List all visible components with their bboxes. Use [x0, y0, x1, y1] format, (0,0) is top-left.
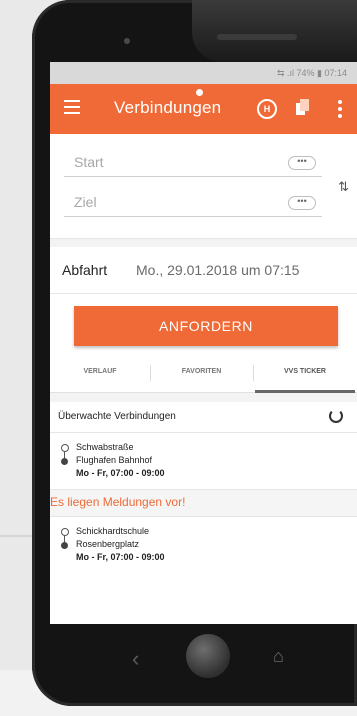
anfordern-button[interactable]: ANFORDERN — [74, 306, 338, 346]
phone-top-highlight — [192, 0, 357, 62]
swap-icon[interactable]: ⇅ — [338, 179, 349, 195]
more-vert-icon[interactable] — [338, 100, 342, 121]
phone-screen: ⇆ .ıl 74% ▮ 07:14 Verbindungen H ••• ⇅ •… — [50, 62, 357, 624]
connection-from: Schickhardtschule — [76, 526, 150, 536]
list-item[interactable]: Schickhardtschule Rosenbergplatz Mo - Fr… — [50, 517, 357, 573]
connection-time: Mo - Fr, 07:00 - 09:00 — [76, 552, 165, 562]
route-line-icon — [64, 535, 65, 542]
home-icon[interactable]: ⌂ — [273, 646, 284, 667]
refresh-icon[interactable] — [329, 409, 343, 423]
copy-icon[interactable] — [296, 99, 309, 115]
notification-dot — [196, 89, 203, 96]
ziel-input[interactable] — [64, 190, 274, 214]
action-area: ANFORDERN — [50, 294, 357, 354]
route-form: ••• ⇅ ••• — [50, 134, 357, 239]
tab-verlauf[interactable]: VERLAUF — [50, 368, 150, 375]
message-text: Es liegen Meldungen vor! — [50, 495, 186, 509]
route-line-icon — [64, 451, 65, 458]
monitored-header: Überwachte Verbindungen — [50, 402, 357, 433]
tab-bar: VERLAUF FAVORITEN VVS TICKER — [50, 354, 357, 393]
list-item[interactable]: Schwabstraße Flughafen Bahnhof Mo - Fr, … — [50, 433, 357, 489]
origin-icon — [61, 528, 69, 536]
section-gap — [50, 239, 357, 247]
menu-icon[interactable] — [64, 100, 80, 114]
app-bar: Verbindungen H — [50, 84, 357, 134]
connection-to: Rosenbergplatz — [76, 539, 140, 549]
monitored-title: Überwachte Verbindungen — [58, 411, 176, 422]
start-input[interactable] — [64, 150, 274, 174]
ziel-field: ••• — [64, 190, 322, 217]
tab-vvs-ticker[interactable]: VVS TICKER — [253, 368, 357, 375]
back-icon[interactable]: ‹ — [132, 646, 139, 672]
origin-icon — [61, 444, 69, 452]
destination-icon — [61, 458, 68, 465]
connection-to: Flughafen Bahnhof — [76, 455, 153, 465]
h-circle-icon[interactable]: H — [257, 99, 277, 119]
destination-icon — [61, 542, 68, 549]
tab-active-indicator — [255, 390, 355, 393]
home-button[interactable] — [186, 634, 230, 678]
status-bar: ⇆ .ıl 74% ▮ 07:14 — [50, 62, 357, 84]
departure-datetime[interactable]: Mo., 29.01.2018 um 07:15 — [136, 262, 299, 278]
departure-row[interactable]: Abfahrt Mo., 29.01.2018 um 07:15 — [50, 247, 357, 294]
message-banner[interactable]: Es liegen Meldungen vor! — [50, 489, 357, 517]
page-title: Verbindungen — [114, 98, 222, 117]
start-field: ••• — [64, 150, 322, 177]
front-camera — [124, 38, 130, 44]
connection-time: Mo - Fr, 07:00 - 09:00 — [76, 468, 165, 478]
tab-favoriten[interactable]: FAVORITEN — [150, 368, 253, 375]
departure-label: Abfahrt — [62, 262, 108, 278]
ziel-options-button[interactable]: ••• — [288, 196, 316, 210]
section-gap — [50, 393, 357, 402]
connection-from: Schwabstraße — [76, 442, 134, 452]
earpiece — [217, 34, 297, 40]
start-options-button[interactable]: ••• — [288, 156, 316, 170]
phone-nav-bar: ‹ ⌂ — [50, 628, 357, 688]
